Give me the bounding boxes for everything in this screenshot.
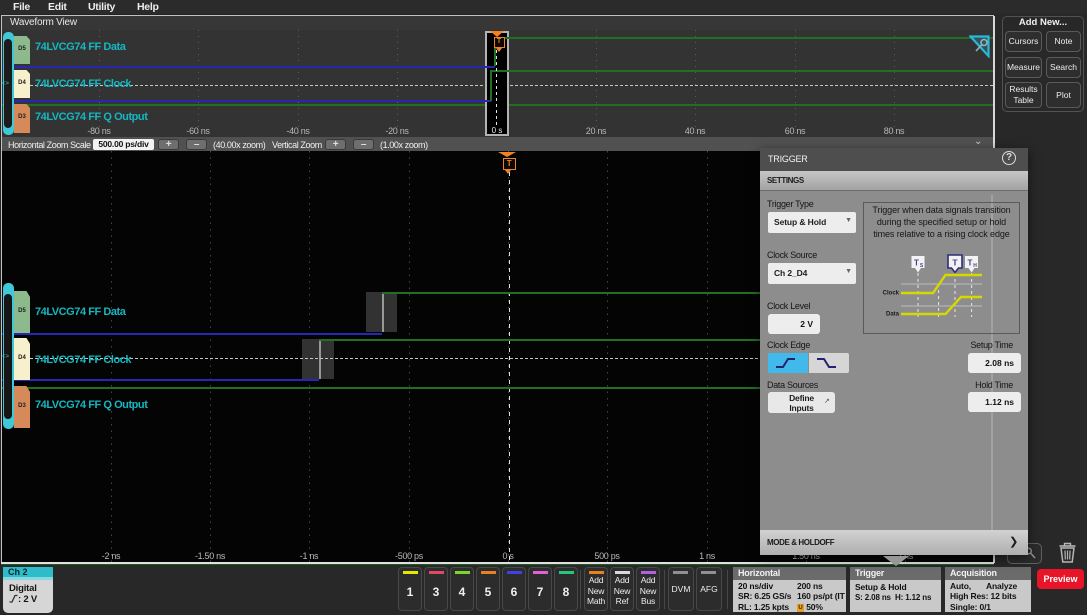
svg-text:Data: Data <box>886 312 900 318</box>
svg-text:H: H <box>973 263 977 269</box>
svg-text:T: T <box>968 259 973 268</box>
svg-text:Clock: Clock <box>883 291 900 297</box>
svg-text:T: T <box>914 259 919 268</box>
svg-text:T: T <box>952 258 958 268</box>
